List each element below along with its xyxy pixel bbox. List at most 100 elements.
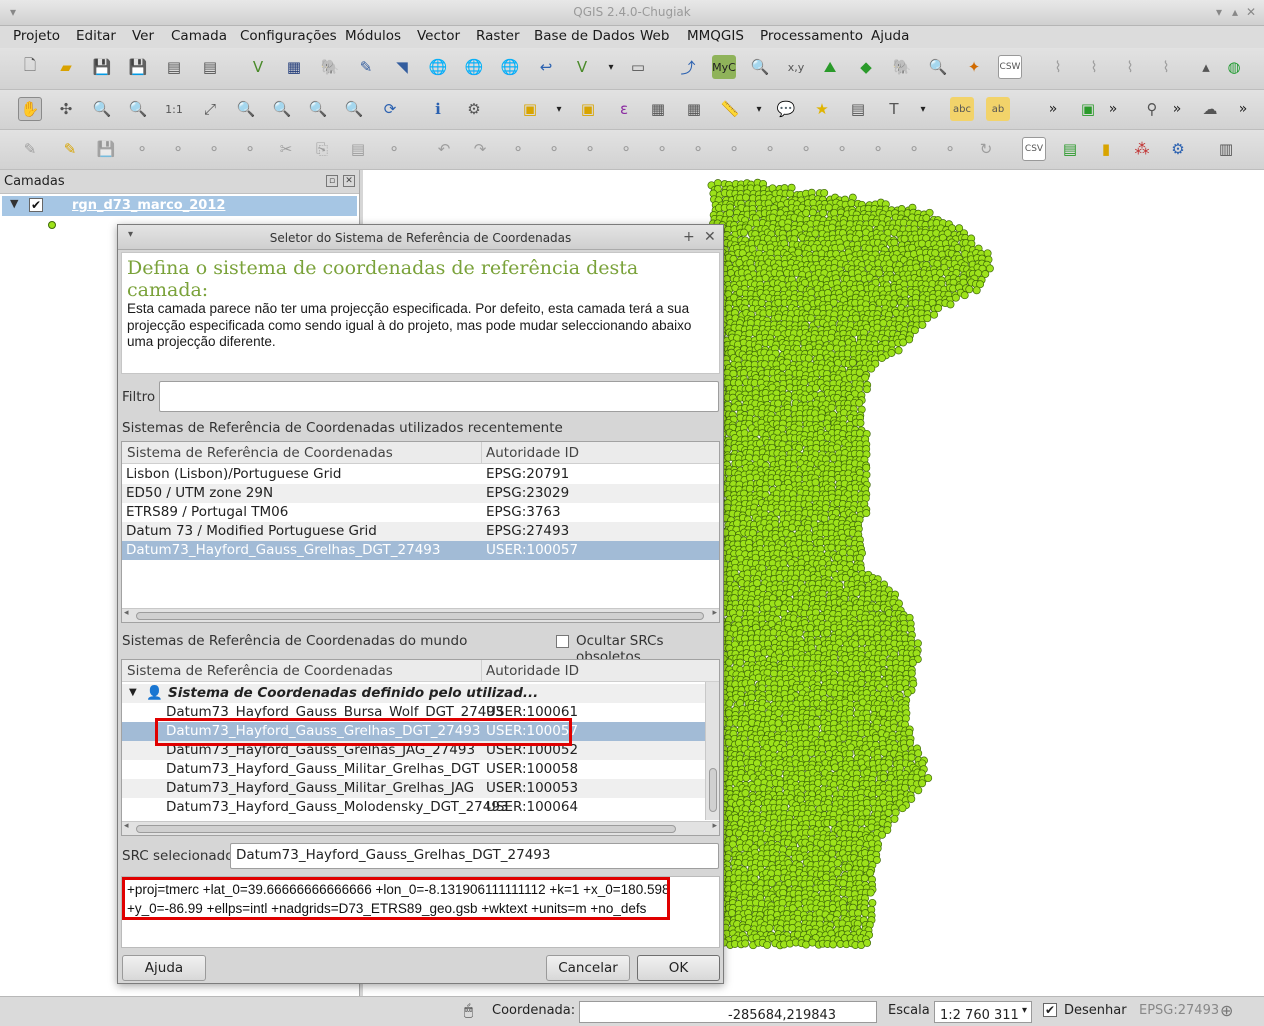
text-annotation-icon[interactable]: T — [882, 97, 906, 121]
expand-arrow-icon[interactable]: ▼ — [10, 197, 18, 210]
open-project-icon[interactable]: ▰ — [54, 55, 78, 79]
identify-icon[interactable]: ℹ — [426, 97, 450, 121]
menu-ver[interactable]: Ver — [132, 28, 154, 44]
new-print-composer-icon[interactable]: ▤ — [162, 55, 186, 79]
add-delimited-text-icon[interactable]: ↩ — [534, 55, 558, 79]
terrain-plugin-icon[interactable]: ⛰ — [818, 55, 842, 79]
add-postgis-layer-icon[interactable]: 🐘 — [318, 55, 342, 79]
select-features-icon[interactable]: ▣ — [518, 97, 542, 121]
label-pin-icon[interactable]: ab — [986, 97, 1010, 121]
identify-plugin-icon[interactable]: 🔍 — [926, 55, 950, 79]
settings-plugin-icon[interactable]: ⚙ — [1166, 137, 1190, 161]
add-raster-layer-icon[interactable]: ▦ — [282, 55, 306, 79]
overflow-3-icon[interactable]: » — [1170, 97, 1184, 121]
menu-projeto[interactable]: Projeto — [13, 28, 60, 44]
new-layer-dropdown-icon[interactable]: ▾ — [604, 55, 618, 79]
close-window-icon[interactable]: ✕ — [1244, 5, 1258, 19]
color-plugin-icon[interactable]: ⁂ — [1130, 137, 1154, 161]
zoom-next-icon[interactable]: 🔍 — [342, 97, 366, 121]
adv-edit-14-icon[interactable]: ↻ — [974, 137, 998, 161]
adv-edit-11-icon[interactable]: ⚬ — [866, 137, 890, 161]
zoom-out-icon[interactable]: 🔍 — [126, 97, 150, 121]
pan-to-selection-icon[interactable]: ✣ — [54, 97, 78, 121]
move-feature-icon[interactable]: ⚬ — [166, 137, 190, 161]
annotation-dropdown-icon[interactable]: ▾ — [916, 97, 930, 121]
menu-configuracoes[interactable]: Configurações — [240, 28, 337, 44]
adv-edit-2-icon[interactable]: ⚬ — [542, 137, 566, 161]
float-panel-icon[interactable]: ▫ — [326, 175, 338, 187]
chart-plugin-icon[interactable]: ▮ — [1094, 137, 1118, 161]
add-wms-layer-icon[interactable]: 🌐 — [426, 55, 450, 79]
add-feature-icon[interactable]: ⚬ — [130, 137, 154, 161]
new-project-icon[interactable]: 🗋 — [18, 55, 42, 79]
menu-base-de-dados[interactable]: Base de Dados — [534, 28, 635, 44]
plugin-green-icon[interactable]: ▣ — [1076, 97, 1100, 121]
node-edit-icon[interactable]: ⚬ — [202, 137, 226, 161]
new-shapefile-icon[interactable]: V — [570, 55, 594, 79]
show-bookmarks-icon[interactable]: ▤ — [846, 97, 870, 121]
cut-icon[interactable]: ✂ — [274, 137, 298, 161]
digitize-2-icon[interactable]: ⌇ — [1082, 55, 1106, 79]
adv-edit-9-icon[interactable]: ⚬ — [794, 137, 818, 161]
map-tips-icon[interactable]: 💬 — [774, 97, 798, 121]
save-edits-icon[interactable]: 💾 — [94, 137, 118, 161]
postgis-plugin-icon[interactable]: 🐘 — [890, 55, 914, 79]
menu-vector[interactable]: Vector — [417, 28, 460, 44]
grid-plugin-icon[interactable]: ▥ — [1214, 137, 1238, 161]
adv-edit-3-icon[interactable]: ⚬ — [578, 137, 602, 161]
minimize-icon[interactable]: ▾ — [1212, 5, 1226, 19]
measure-icon[interactable]: 📏 — [718, 97, 742, 121]
save-as-icon[interactable]: 💾 — [126, 55, 150, 79]
green-globe-icon[interactable]: ◍ — [1222, 55, 1246, 79]
delete-selected-icon[interactable]: ⚬ — [238, 137, 262, 161]
remove-layer-icon[interactable]: ▭ — [626, 55, 650, 79]
overflow-1-icon[interactable]: » — [1046, 97, 1060, 121]
save-project-icon[interactable]: 💾 — [90, 55, 114, 79]
menu-camada[interactable]: Camada — [171, 28, 227, 44]
label-tool-icon[interactable]: abc — [950, 97, 974, 121]
adv-edit-6-icon[interactable]: ⚬ — [686, 137, 710, 161]
layer-item[interactable]: ▼ ✔ rgn_d73_marco_2012 — [2, 196, 357, 216]
adv-edit-8-icon[interactable]: ⚬ — [758, 137, 782, 161]
overflow-4-icon[interactable]: » — [1236, 97, 1250, 121]
add-vector-layer-icon[interactable]: V — [246, 55, 270, 79]
field-calculator-icon[interactable]: ▦ — [682, 97, 706, 121]
digitize-1-icon[interactable]: ⌇ — [1046, 55, 1070, 79]
copy-icon[interactable]: ⎘ — [310, 137, 334, 161]
redo-icon[interactable]: ↷ — [468, 137, 492, 161]
adv-edit-10-icon[interactable]: ⚬ — [830, 137, 854, 161]
csv-plugin-icon[interactable]: CSV — [1022, 137, 1046, 161]
zoom-in-icon[interactable]: 🔍 — [90, 97, 114, 121]
gps-tools-icon[interactable]: ⤴ — [676, 55, 700, 79]
adv-edit-13-icon[interactable]: ⚬ — [938, 137, 962, 161]
current-edits-icon[interactable]: ✎ — [58, 137, 82, 161]
raster-plugin-icon[interactable]: ☁ — [1198, 97, 1222, 121]
menu-mmqgis[interactable]: MMQGIS — [687, 28, 744, 44]
expression-select-icon[interactable]: ε — [612, 97, 636, 121]
menu-ajuda[interactable]: Ajuda — [871, 28, 909, 44]
digitize-3-icon[interactable]: ⌇ — [1118, 55, 1142, 79]
overflow-2-icon[interactable]: » — [1106, 97, 1120, 121]
menu-modulos[interactable]: Módulos — [345, 28, 401, 44]
digitize-4-icon[interactable]: ⌇ — [1154, 55, 1178, 79]
myc-plugin-icon[interactable]: MyC — [712, 55, 736, 79]
zoom-full-icon[interactable]: ⤢ — [198, 97, 222, 121]
close-panel-icon[interactable]: ✕ — [343, 175, 355, 187]
new-bookmark-icon[interactable]: ★ — [810, 97, 834, 121]
menu-processamento[interactable]: Processamento — [760, 28, 863, 44]
triangle-plugin-icon[interactable]: ◆ — [854, 55, 878, 79]
adv-edit-7-icon[interactable]: ⚬ — [722, 137, 746, 161]
adv-edit-12-icon[interactable]: ⚬ — [902, 137, 926, 161]
deselect-icon[interactable]: ▣ — [576, 97, 600, 121]
add-wfs-layer-icon[interactable]: 🌐 — [498, 55, 522, 79]
select-dropdown-icon[interactable]: ▾ — [552, 97, 566, 121]
undo-icon[interactable]: ↶ — [432, 137, 456, 161]
delete-icon[interactable]: ⚬ — [382, 137, 406, 161]
layer-visibility-checkbox[interactable]: ✔ — [29, 198, 43, 212]
add-wcs-layer-icon[interactable]: 🌐 — [462, 55, 486, 79]
refresh-icon[interactable]: ⟳ — [378, 97, 402, 121]
layer-name[interactable]: rgn_d73_marco_2012 — [72, 198, 225, 213]
paste-icon[interactable]: ▤ — [346, 137, 370, 161]
geotag-plugin-icon[interactable]: 🔍 — [748, 55, 772, 79]
node-tool-icon[interactable]: ⚲ — [1140, 97, 1164, 121]
